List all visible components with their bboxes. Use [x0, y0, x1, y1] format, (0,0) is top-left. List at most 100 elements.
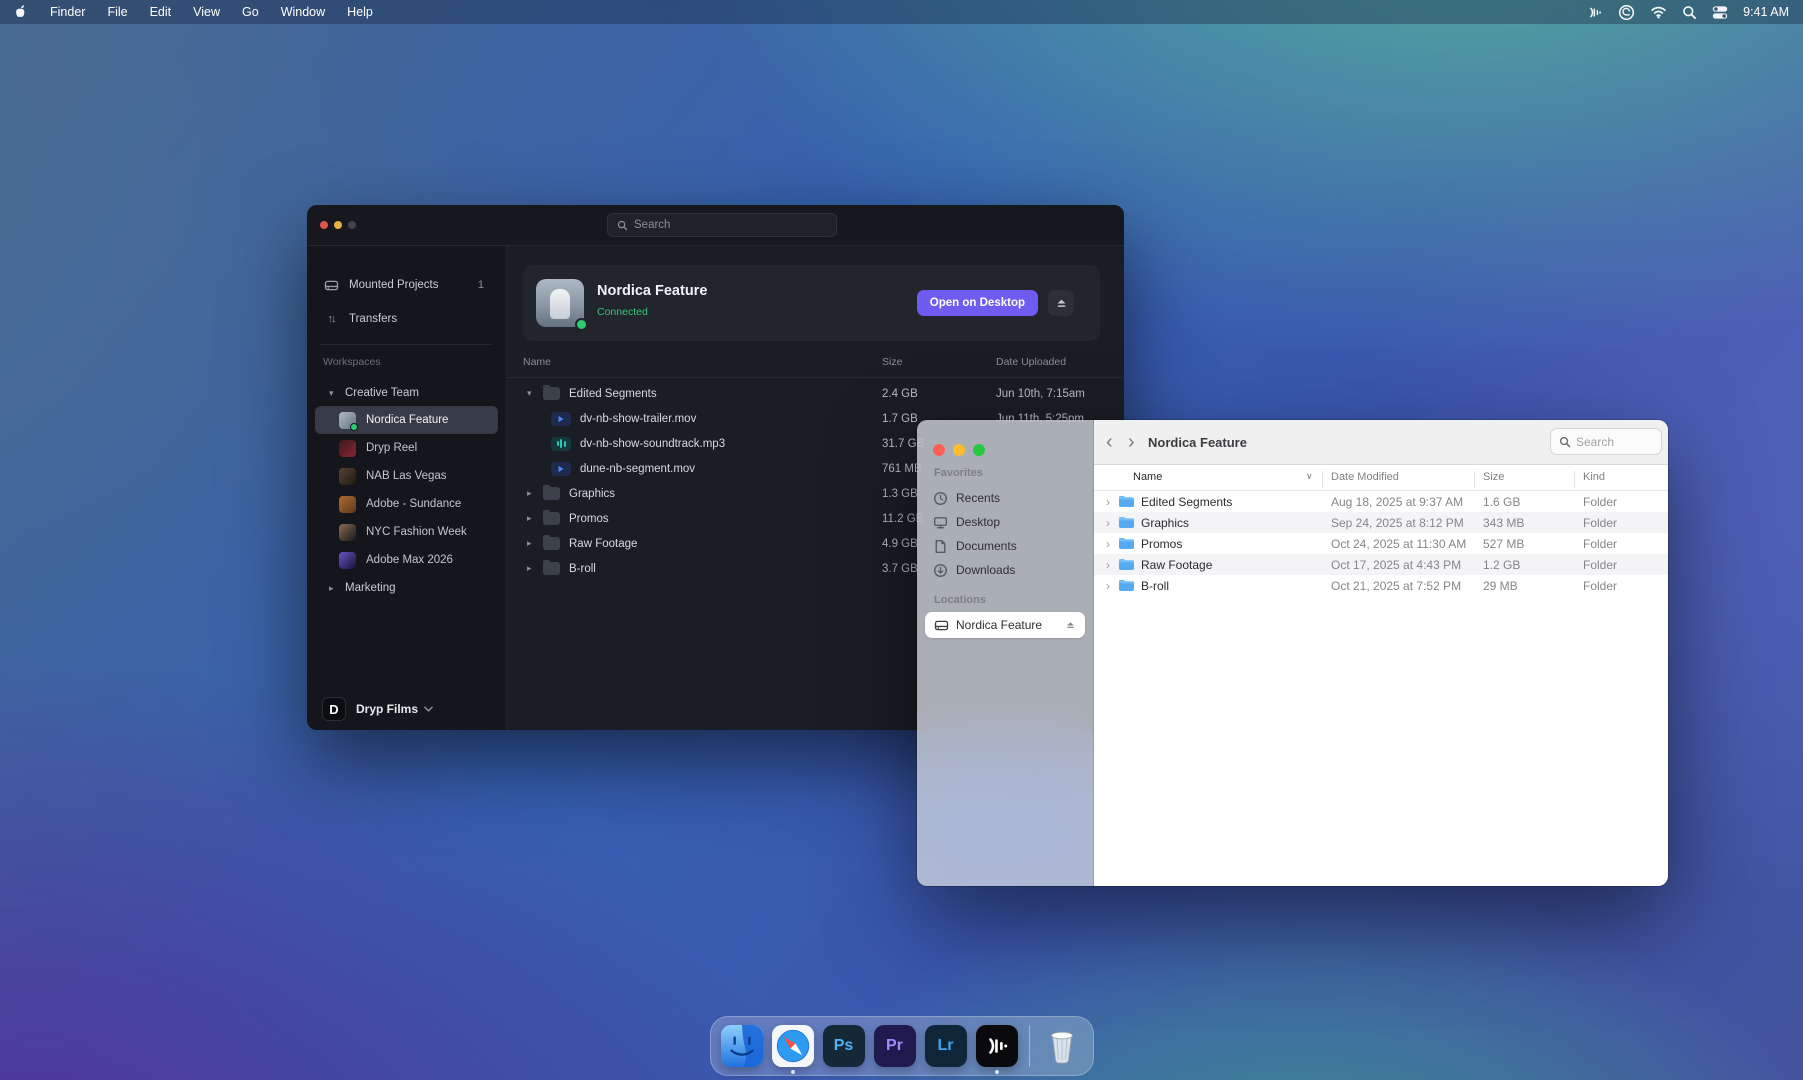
disclosure-closed-icon[interactable]: ▸	[527, 538, 543, 549]
finder-file-row[interactable]: › Promos Oct 24, 2025 at 11:30 AM 527 MB…	[1094, 533, 1668, 554]
dock-item-trash[interactable]	[1041, 1025, 1083, 1067]
finder-sidebar-item[interactable]: Documents	[917, 534, 1093, 558]
disclosure-closed-icon[interactable]: ›	[1106, 560, 1116, 570]
sort-chevron-icon[interactable]: ∨	[1306, 471, 1313, 482]
menu-bar-item[interactable]: Go	[242, 5, 259, 19]
menu-bar-item[interactable]: File	[107, 5, 127, 19]
forward-button[interactable]: ›	[1128, 420, 1135, 464]
column-name[interactable]: Name	[523, 356, 551, 368]
folder-icon	[1118, 516, 1135, 529]
dock-item[interactable]	[721, 1025, 763, 1067]
finder-file-row[interactable]: › B-roll Oct 21, 2025 at 7:52 PM 29 MB F…	[1094, 575, 1668, 596]
disclosure-closed-icon[interactable]: ›	[1106, 518, 1116, 528]
clock-time[interactable]: 9:41 AM	[1743, 5, 1789, 19]
finder-sidebar-item[interactable]: Downloads	[917, 558, 1093, 582]
menu-bar-item[interactable]: Finder	[50, 5, 85, 19]
finder-file-row[interactable]: › Graphics Sep 24, 2025 at 8:12 PM 343 M…	[1094, 512, 1668, 533]
zoom-button[interactable]	[973, 444, 985, 456]
project-name: Adobe Max 2026	[366, 554, 453, 566]
menu-bar-item[interactable]: Edit	[150, 5, 172, 19]
finder-search-input[interactable]: Search	[1550, 428, 1662, 455]
sidebar-item-transfers[interactable]: ↑↓ Transfers	[307, 306, 506, 332]
apple-menu-icon[interactable]	[14, 4, 28, 20]
finder-file-name: Raw Footage	[1141, 558, 1212, 572]
column-size[interactable]: Size	[882, 356, 902, 368]
open-on-desktop-button[interactable]: Open on Desktop	[917, 290, 1038, 316]
creative-cloud-icon[interactable]	[1618, 4, 1635, 21]
column-kind[interactable]: Kind	[1583, 471, 1605, 483]
disclosure-open-icon[interactable]: ▾	[527, 388, 543, 399]
workspaces-section-label: Workspaces	[323, 356, 381, 368]
file-name: Edited Segments	[569, 388, 657, 400]
close-button[interactable]	[933, 444, 945, 456]
location-nordica-feature-selected[interactable]: Nordica Feature	[925, 612, 1085, 638]
finder-sidebar-item[interactable]: Desktop	[917, 510, 1093, 534]
column-name[interactable]: Name	[1133, 471, 1162, 483]
control-center-icon[interactable]	[1712, 5, 1728, 20]
column-divider[interactable]	[1474, 471, 1475, 488]
account-logo: D	[322, 697, 346, 721]
sidebar-item-mounted-projects[interactable]: Mounted Projects 1	[307, 272, 506, 298]
waveform-app-status-icon[interactable]	[1587, 5, 1603, 20]
dock-item[interactable]	[772, 1025, 814, 1067]
wifi-icon[interactable]	[1650, 5, 1667, 19]
account-switcher[interactable]: D Dryp Films	[307, 694, 506, 724]
file-name: dune-nb-segment.mov	[580, 463, 695, 475]
finder-date-modified: Oct 17, 2025 at 4:43 PM	[1331, 558, 1461, 572]
workspace-project-item[interactable]: Adobe Max 2026	[315, 546, 498, 574]
menu-bar-item[interactable]: Help	[347, 5, 373, 19]
adobe-app-label: Lr	[938, 1037, 954, 1055]
dock-item[interactable]: Pr	[874, 1025, 916, 1067]
dock-item[interactable]: Lr	[925, 1025, 967, 1067]
disclosure-closed-icon[interactable]: ›	[1106, 581, 1116, 591]
menu-bar-item[interactable]: Window	[281, 5, 325, 19]
file-size: 761 MB	[882, 463, 922, 475]
finder-file-kind: Folder	[1583, 537, 1617, 551]
desktop: Finder File Edit View Go Window Help 9:41 AM	[0, 0, 1803, 1080]
spotlight-search-icon[interactable]	[1682, 5, 1697, 20]
disclosure-closed-icon[interactable]: ›	[1106, 497, 1116, 507]
transfers-label: Transfers	[349, 313, 397, 325]
dock-item[interactable]: Ps	[823, 1025, 865, 1067]
disclosure-closed-icon[interactable]: ▸	[527, 513, 543, 524]
disclosure-closed-icon[interactable]: ▸	[527, 563, 543, 574]
column-divider[interactable]	[1322, 471, 1323, 488]
workspace-project-item[interactable]: NAB Las Vegas	[315, 462, 498, 490]
file-row[interactable]: ▾ Edited Segments 2.4 GB Jun 10th, 7:15a…	[507, 381, 1124, 406]
menu-bar: Finder File Edit View Go Window Help 9:41 AM	[0, 0, 1803, 24]
eject-button[interactable]	[1065, 620, 1076, 630]
file-name: Graphics	[569, 488, 615, 500]
finder-sidebar-item[interactable]: Recents	[917, 486, 1093, 510]
app-search-input[interactable]: Search	[607, 213, 837, 237]
close-button[interactable]	[320, 221, 328, 229]
menu-bar-item[interactable]: View	[193, 5, 220, 19]
running-indicator-dot	[791, 1070, 795, 1074]
workspace-project-item[interactable]: Nordica Feature	[315, 406, 498, 434]
column-date-uploaded[interactable]: Date Uploaded	[996, 356, 1066, 368]
finder-file-row[interactable]: › Edited Segments Aug 18, 2025 at 9:37 A…	[1094, 491, 1668, 512]
workspace-project-item[interactable]: Dryp Reel	[315, 434, 498, 462]
eject-icon	[1055, 297, 1068, 309]
online-dot	[350, 423, 358, 431]
disclosure-closed-icon[interactable]: ›	[1106, 539, 1116, 549]
dock-item[interactable]	[976, 1025, 1018, 1067]
finder-file-row[interactable]: › Raw Footage Oct 17, 2025 at 4:43 PM 1.…	[1094, 554, 1668, 575]
account-name: Dryp Films	[356, 702, 418, 716]
disclosure-closed-icon[interactable]: ▸	[527, 488, 543, 499]
table-header-rule	[507, 377, 1124, 378]
workspace-project-item[interactable]: Adobe - Sundance	[315, 490, 498, 518]
project-name: Dryp Reel	[366, 442, 417, 454]
column-date-modified[interactable]: Date Modified	[1331, 471, 1399, 483]
safari-app-icon	[772, 1025, 814, 1067]
menu-bar-status: 9:41 AM	[1587, 4, 1789, 21]
finder-date-modified: Oct 21, 2025 at 7:52 PM	[1331, 579, 1461, 593]
column-size[interactable]: Size	[1483, 471, 1504, 483]
eject-button[interactable]	[1048, 290, 1074, 316]
workspace-project-item[interactable]: NYC Fashion Week	[315, 518, 498, 546]
workspace-group-creative-team[interactable]: ▾ Creative Team	[307, 381, 506, 405]
workspace-group-marketing[interactable]: ▸ Marketing	[307, 576, 506, 600]
back-button[interactable]: ‹	[1106, 420, 1113, 464]
minimize-button[interactable]	[334, 221, 342, 229]
minimize-button[interactable]	[953, 444, 965, 456]
column-divider[interactable]	[1574, 471, 1575, 488]
